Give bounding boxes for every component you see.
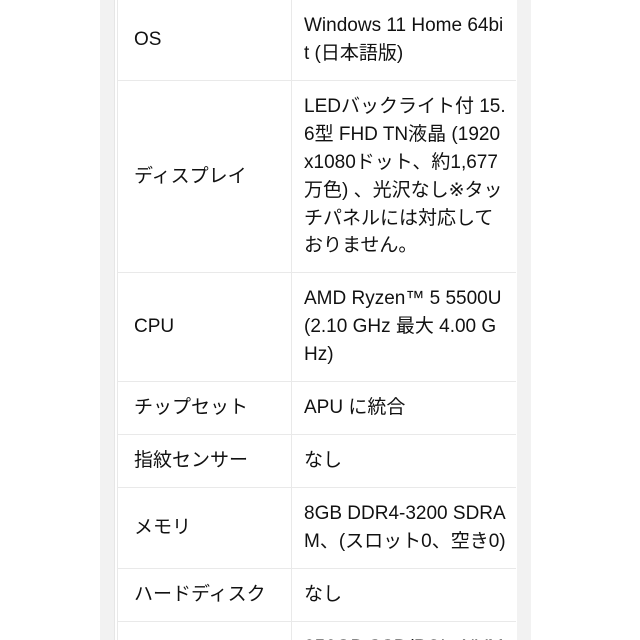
table-row: 指紋センサー なし <box>117 434 516 488</box>
spec-label-os: OS <box>117 0 292 81</box>
spec-value-storage: 256GB SSD(PCIe NVMe/M.2) <box>291 620 516 640</box>
spec-label-storage: 記憶装置 <box>117 620 292 640</box>
table-row: 記憶装置 256GB SSD(PCIe NVMe/M.2) <box>117 620 516 640</box>
spec-label-memory: メモリ <box>117 486 292 569</box>
specification-table-body: OS Windows 11 Home 64bit (日本語版) ディスプレイ L… <box>117 0 516 640</box>
page-gutter-left-rule <box>114 0 115 640</box>
spec-value-os: Windows 11 Home 64bit (日本語版) <box>291 0 516 81</box>
spec-label-hard-disk: ハードディスク <box>117 567 292 622</box>
spec-value-display: LEDバックライト付 15.6型 FHD TN液晶 (1920x1080ドット、… <box>291 79 516 274</box>
spec-value-memory: 8GB DDR4-3200 SDRAM、(スロット0、空き0) <box>291 486 516 569</box>
page-gutter-right <box>531 0 640 640</box>
specification-table-container: OS Windows 11 Home 64bit (日本語版) ディスプレイ L… <box>117 0 516 640</box>
spec-value-hard-disk: なし <box>291 567 516 622</box>
spec-label-fingerprint-sensor: 指紋センサー <box>117 434 292 488</box>
table-row: チップセット APU に統合 <box>117 381 516 436</box>
spec-value-fingerprint-sensor: なし <box>291 434 516 488</box>
table-row: ディスプレイ LEDバックライト付 15.6型 FHD TN液晶 (1920x1… <box>117 79 516 274</box>
spec-value-cpu: AMD Ryzen™ 5 5500U (2.10 GHz 最大 4.00 GHz… <box>291 272 516 383</box>
spec-label-chipset: チップセット <box>117 381 292 436</box>
page-gutter-left-band <box>100 0 114 640</box>
page-gutter-left <box>0 0 100 640</box>
spec-label-display: ディスプレイ <box>117 79 292 274</box>
spec-label-cpu: CPU <box>117 272 292 383</box>
table-row: ハードディスク なし <box>117 567 516 622</box>
table-row: OS Windows 11 Home 64bit (日本語版) <box>117 0 516 81</box>
table-row: メモリ 8GB DDR4-3200 SDRAM、(スロット0、空き0) <box>117 486 516 569</box>
page-viewport: OS Windows 11 Home 64bit (日本語版) ディスプレイ L… <box>0 0 640 640</box>
table-row: CPU AMD Ryzen™ 5 5500U (2.10 GHz 最大 4.00… <box>117 272 516 383</box>
specification-table: OS Windows 11 Home 64bit (日本語版) ディスプレイ L… <box>117 0 516 640</box>
page-gutter-right-band <box>517 0 531 640</box>
spec-value-chipset: APU に統合 <box>291 381 516 436</box>
